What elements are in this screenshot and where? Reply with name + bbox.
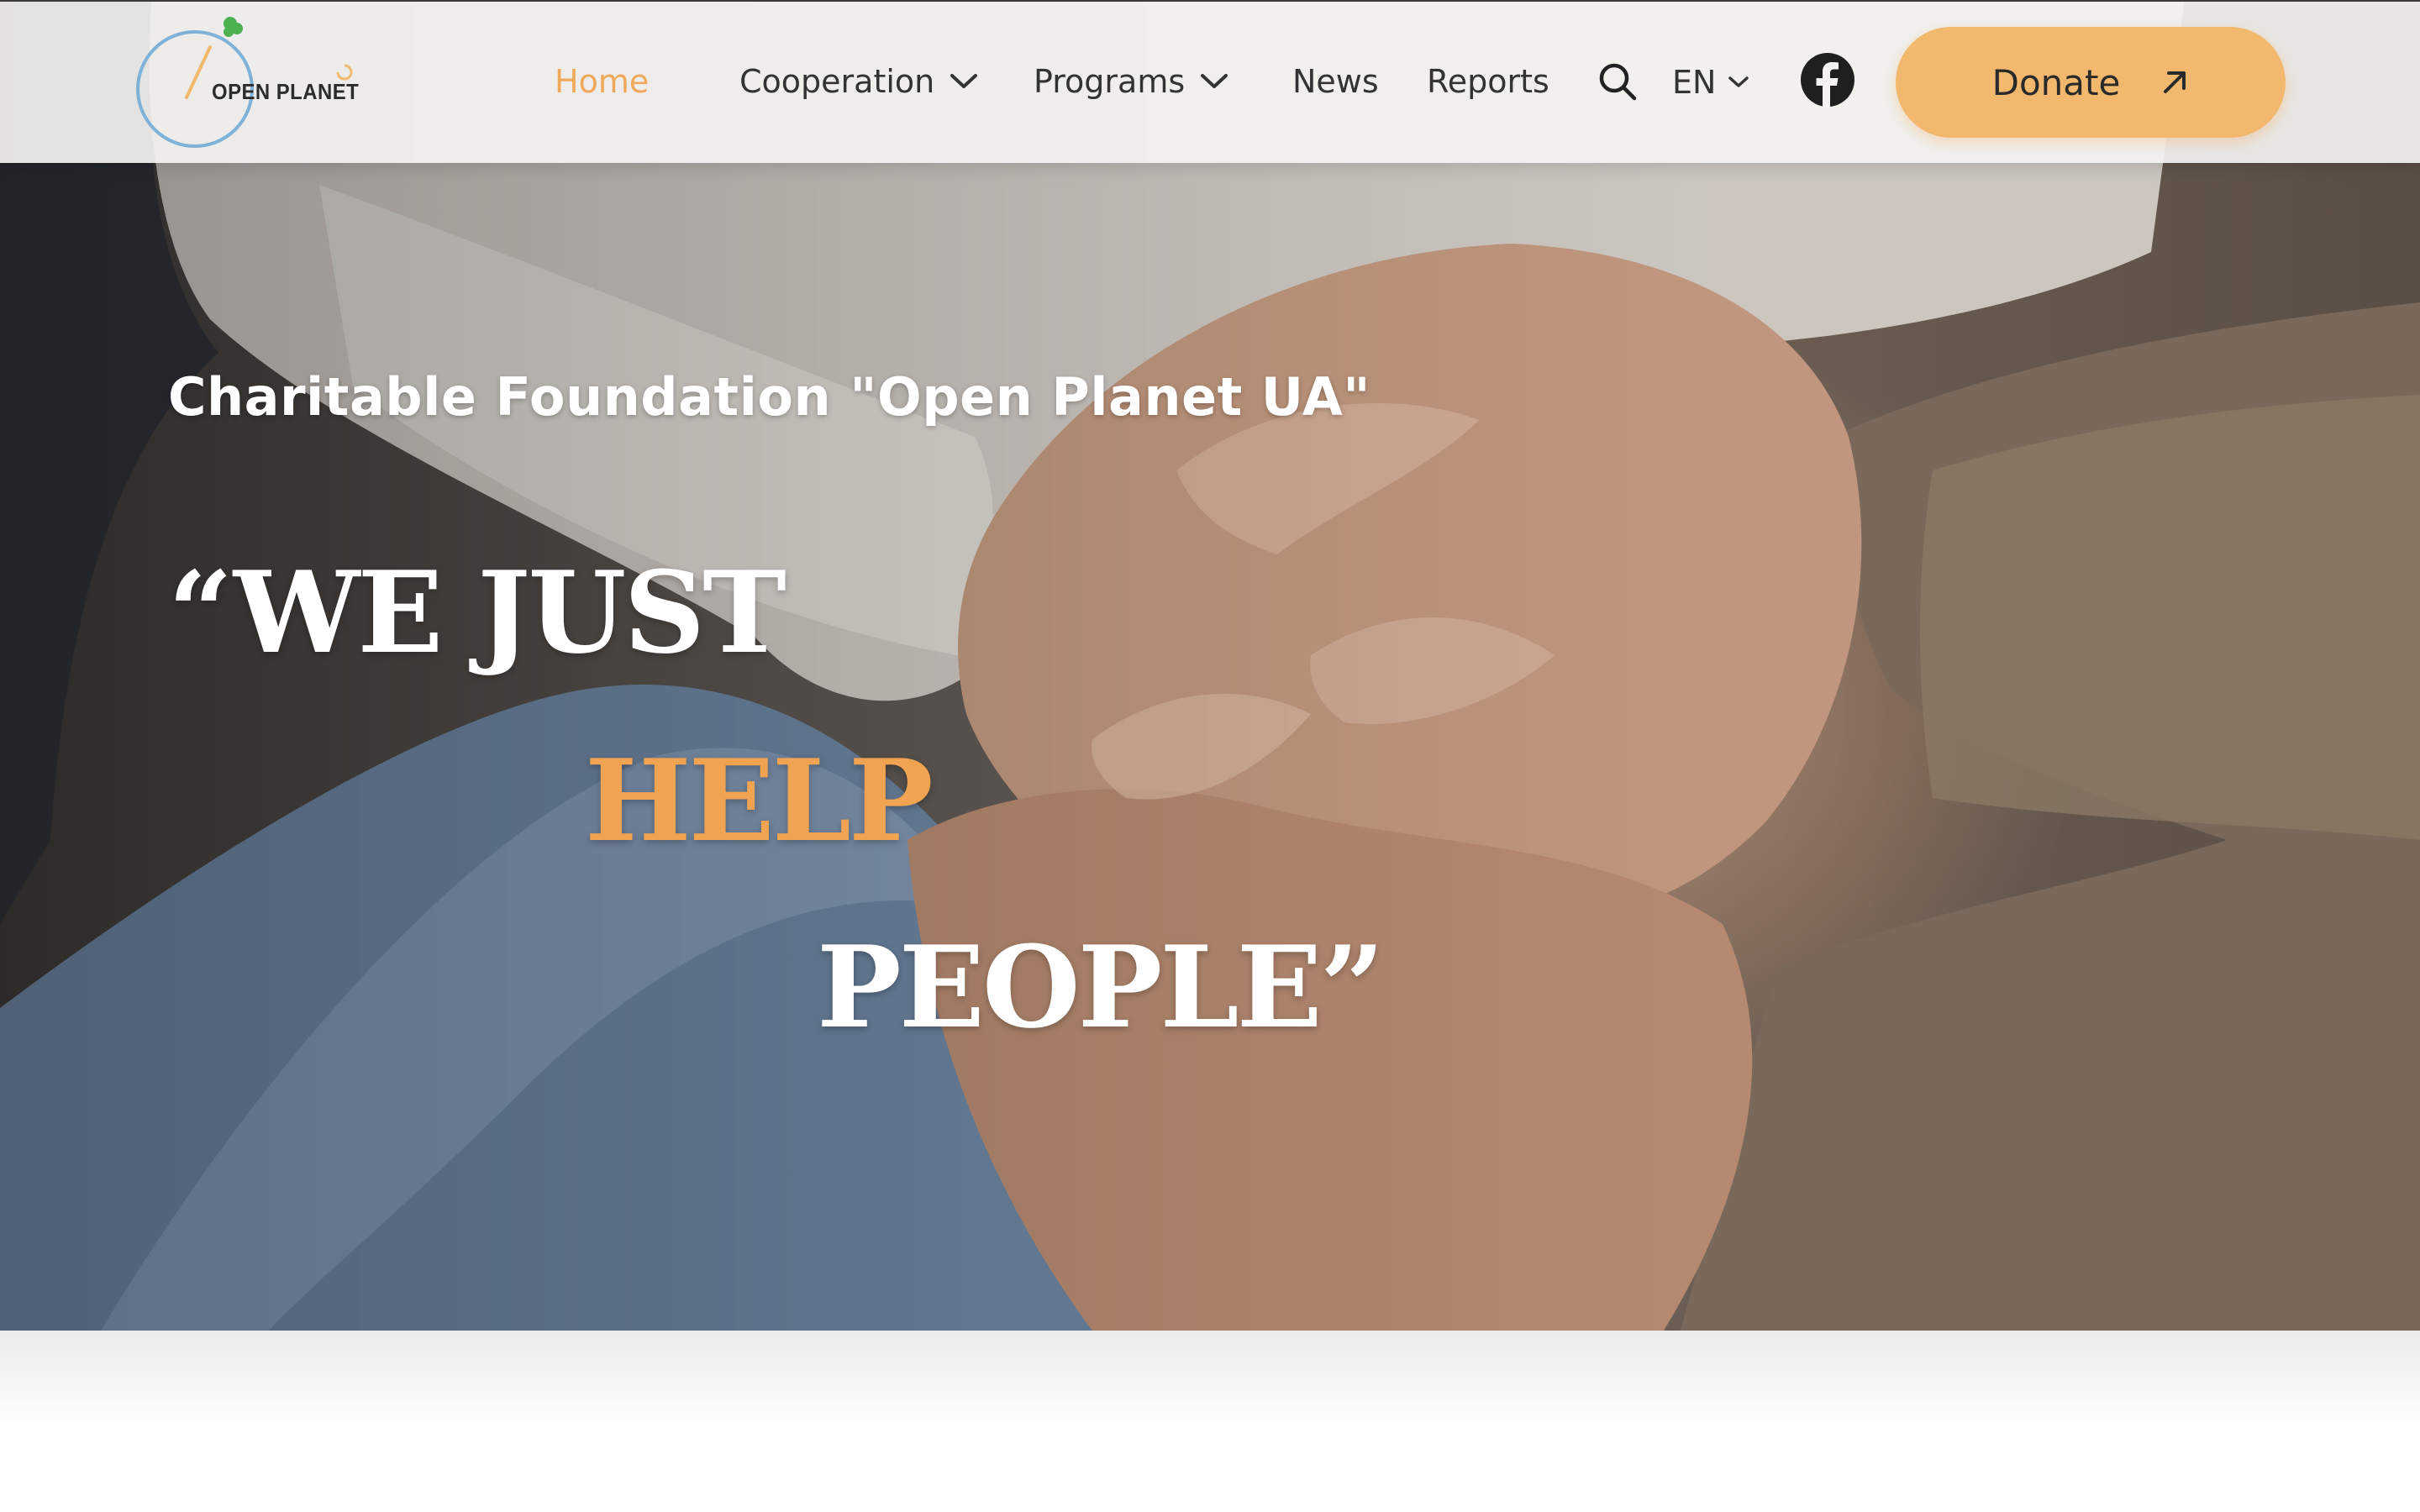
- donate-button[interactable]: Donate: [1896, 27, 2286, 138]
- nav-label-programs: Programs: [1034, 63, 1186, 100]
- nav-label-reports: Reports: [1427, 63, 1549, 100]
- facebook-link[interactable]: [1800, 52, 1855, 108]
- language-label: EN: [1672, 64, 1717, 101]
- nav-item-programs[interactable]: Programs: [1034, 63, 1281, 100]
- nav-item-reports[interactable]: Reports: [1427, 63, 1549, 100]
- hero-subtitle: Charitable Foundation "Open Planet UA": [168, 366, 1371, 428]
- hero-section: Charitable Foundation "Open Planet UA" “…: [0, 0, 2420, 1331]
- facebook-icon: [1801, 53, 1854, 108]
- site-header: OPEN PLANET Home Cooperation Programs Ne…: [0, 0, 2420, 163]
- logo[interactable]: OPEN PLANET: [126, 17, 370, 153]
- hero-quote-line-2: HELP: [585, 734, 934, 867]
- chevron-down-icon: [1728, 76, 1749, 87]
- nav-label-news: News: [1292, 63, 1379, 100]
- nav-item-cooperation[interactable]: Cooperation: [739, 63, 1034, 100]
- language-selector[interactable]: EN: [1672, 59, 1749, 106]
- nav-label-cooperation: Cooperation: [739, 63, 935, 100]
- donate-label: Donate: [1991, 61, 2121, 103]
- search-icon: [1599, 63, 1637, 101]
- main-nav: Home Cooperation Programs News Reports: [555, 52, 1549, 111]
- hero-quote-line-3: PEOPLE”: [817, 921, 1385, 1053]
- nav-label-home: Home: [555, 63, 650, 100]
- hero-quote-line-1: “WE JUST: [168, 546, 786, 679]
- chevron-down-icon: [950, 74, 978, 88]
- arrow-up-right-icon: [2164, 71, 2186, 93]
- nav-item-home[interactable]: Home: [555, 63, 719, 100]
- logo-text: OPEN PLANET: [212, 79, 360, 104]
- chevron-down-icon: [1201, 74, 1228, 88]
- hero-bottom-shadow: [0, 1331, 2420, 1431]
- nav-item-news[interactable]: News: [1292, 63, 1427, 100]
- search-button[interactable]: [1597, 60, 1639, 102]
